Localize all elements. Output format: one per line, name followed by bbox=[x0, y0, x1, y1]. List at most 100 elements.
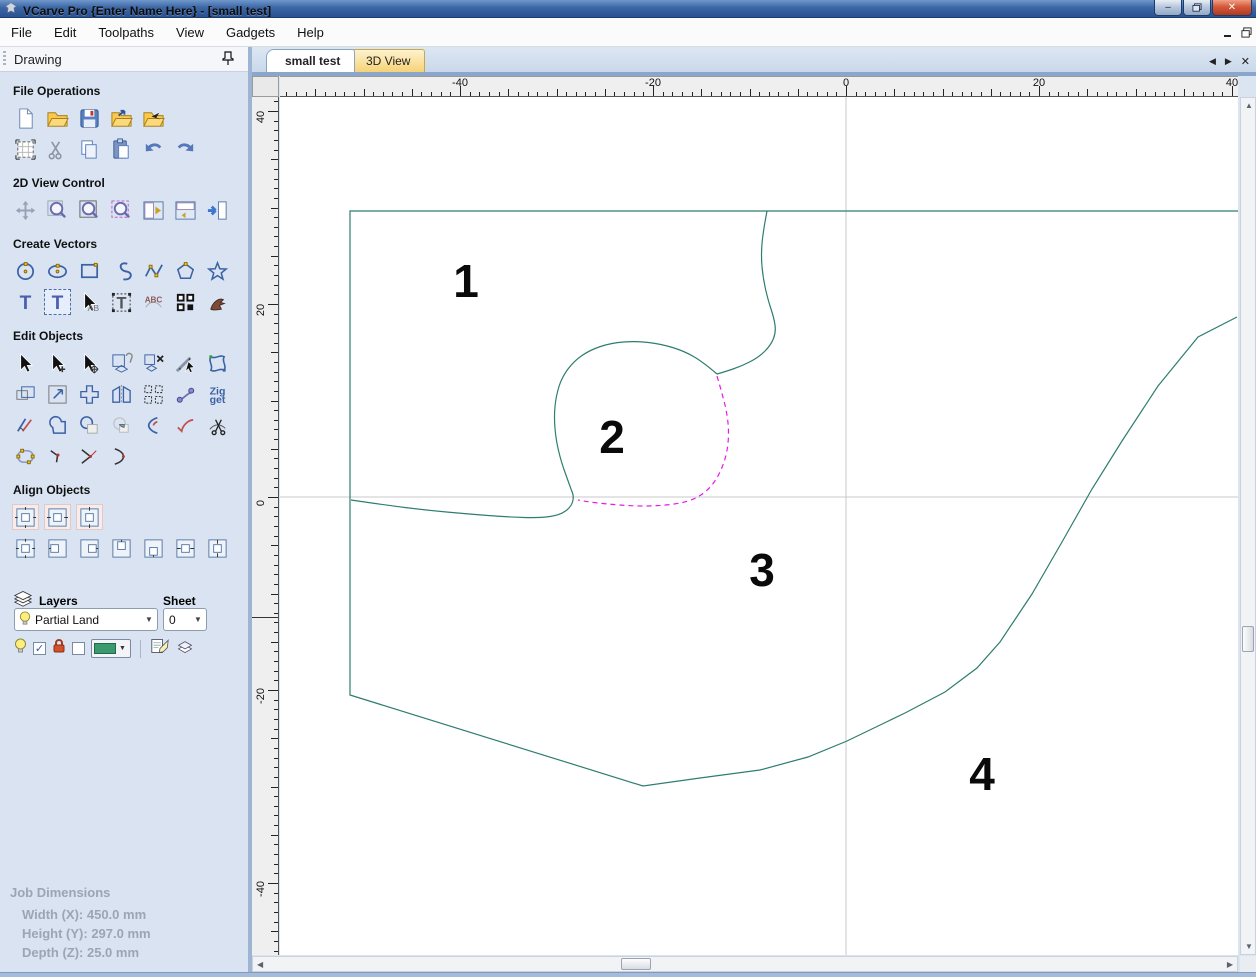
draw-star-button[interactable] bbox=[204, 258, 231, 284]
zoom-drawing-button[interactable] bbox=[76, 197, 103, 223]
tab-close-icon[interactable]: ✕ bbox=[1241, 55, 1250, 68]
select-tool-button[interactable] bbox=[12, 350, 39, 376]
sheet-dropdown[interactable]: 0 ▼ bbox=[163, 608, 207, 631]
region-label-4[interactable]: 4 bbox=[969, 747, 995, 801]
region-label-2[interactable]: 2 bbox=[599, 410, 625, 464]
vector-blob-solid-edge[interactable] bbox=[553, 341, 718, 490]
draw-polyline-button[interactable] bbox=[140, 258, 167, 284]
tab-prev-icon[interactable]: ◀ bbox=[1209, 56, 1216, 67]
nesting-tool-button[interactable]: Zig get bbox=[204, 381, 231, 407]
menu-toolpaths[interactable]: Toolpaths bbox=[87, 18, 165, 46]
cut-vector-button[interactable] bbox=[204, 412, 231, 438]
align-center-sel-button[interactable] bbox=[12, 535, 39, 561]
menu-file[interactable]: File bbox=[0, 18, 43, 46]
undo-button[interactable] bbox=[140, 136, 167, 162]
distort-tool-button[interactable] bbox=[204, 350, 231, 376]
ungroup-objects-button[interactable] bbox=[140, 350, 167, 376]
open-file-button[interactable] bbox=[44, 105, 71, 131]
vector-lower-divider[interactable] bbox=[350, 488, 574, 519]
zoom-box-button[interactable] bbox=[44, 197, 71, 223]
draw-circle-button[interactable] bbox=[12, 258, 39, 284]
layer-lock-checkbox[interactable] bbox=[72, 642, 85, 655]
copy-button[interactable] bbox=[76, 136, 103, 162]
sheet-manager-icon[interactable] bbox=[176, 638, 194, 659]
weld-union-button[interactable] bbox=[44, 412, 71, 438]
import-vectors-button[interactable] bbox=[108, 105, 135, 131]
vector-wavy-divider[interactable] bbox=[716, 210, 776, 375]
zoom-selected-button[interactable] bbox=[108, 197, 135, 223]
menu-gadgets[interactable]: Gadgets bbox=[215, 18, 286, 46]
scroll-left-icon[interactable]: ◀ bbox=[257, 960, 263, 969]
mirror-tool-button[interactable] bbox=[108, 381, 135, 407]
group-objects-button[interactable] bbox=[108, 350, 135, 376]
align-left-button[interactable] bbox=[44, 535, 71, 561]
node-edit-tool-button[interactable] bbox=[44, 350, 71, 376]
weld-intersect-button[interactable] bbox=[108, 412, 135, 438]
scroll-down-icon[interactable]: ▼ bbox=[1245, 942, 1253, 951]
region-label-3[interactable]: 3 bbox=[749, 543, 775, 597]
join-open-line-button[interactable] bbox=[76, 443, 103, 469]
offset-tool-button[interactable] bbox=[12, 381, 39, 407]
align-top-button[interactable] bbox=[108, 535, 135, 561]
align-center-h-button[interactable] bbox=[172, 535, 199, 561]
align-center-v-button[interactable] bbox=[204, 535, 231, 561]
menu-view[interactable]: View bbox=[165, 18, 215, 46]
mdi-restore-icon[interactable] bbox=[1241, 25, 1252, 43]
drawing-canvas[interactable]: 1 2 3 4 bbox=[280, 97, 1238, 955]
center-tool-button[interactable] bbox=[76, 381, 103, 407]
align-center-material-button[interactable] bbox=[12, 504, 39, 530]
tab-small-test[interactable]: small test bbox=[266, 49, 356, 72]
ruler-marker[interactable] bbox=[252, 617, 278, 618]
layer-visibility-icon[interactable] bbox=[14, 638, 27, 659]
draw-polygon-button[interactable] bbox=[172, 258, 199, 284]
cut-button[interactable] bbox=[44, 136, 71, 162]
minimize-button[interactable]: – bbox=[1154, 0, 1182, 16]
close-button[interactable]: ✕ bbox=[1212, 0, 1252, 16]
save-file-button[interactable] bbox=[76, 105, 103, 131]
maximize-button[interactable] bbox=[1183, 0, 1211, 16]
vertical-scrollbar[interactable]: ▲ ▼ bbox=[1240, 97, 1256, 955]
job-setup-button[interactable] bbox=[12, 136, 39, 162]
trace-bitmap-button[interactable] bbox=[204, 289, 231, 315]
text-select-button[interactable]: T bbox=[108, 289, 135, 315]
weld-subtract-button[interactable] bbox=[76, 412, 103, 438]
region-label-1[interactable]: 1 bbox=[453, 254, 479, 308]
scroll-right-icon[interactable]: ▶ bbox=[1227, 960, 1233, 969]
move-tool-button[interactable] bbox=[76, 350, 103, 376]
layer-dropdown[interactable]: Partial Land ▼ bbox=[14, 608, 158, 631]
node-shape-button[interactable] bbox=[12, 443, 39, 469]
horizontal-scroll-thumb[interactable] bbox=[621, 958, 651, 970]
menu-help[interactable]: Help bbox=[286, 18, 335, 46]
trim-tool-button[interactable] bbox=[140, 412, 167, 438]
qr-code-button[interactable] bbox=[172, 289, 199, 315]
switch-view-button[interactable] bbox=[204, 197, 231, 223]
panel-grip[interactable] bbox=[3, 51, 6, 67]
measure-tool-button[interactable] bbox=[172, 350, 199, 376]
menu-edit[interactable]: Edit bbox=[43, 18, 87, 46]
align-center-h-material-button[interactable] bbox=[44, 504, 71, 530]
draw-text-box-button[interactable]: T bbox=[44, 289, 71, 315]
join-open-curve-button[interactable] bbox=[108, 443, 135, 469]
draw-ellipse-button[interactable] bbox=[44, 258, 71, 284]
horizontal-scrollbar[interactable]: ◀ ▶ bbox=[252, 956, 1238, 972]
pin-icon[interactable] bbox=[222, 51, 234, 70]
fillet-tool-button[interactable] bbox=[172, 412, 199, 438]
align-bottom-button[interactable] bbox=[140, 535, 167, 561]
lock-icon[interactable] bbox=[52, 638, 66, 659]
join-vectors-button[interactable] bbox=[172, 381, 199, 407]
vertical-scroll-thumb[interactable] bbox=[1242, 626, 1254, 652]
array-copy-button[interactable] bbox=[140, 381, 167, 407]
draw-curve-button[interactable] bbox=[108, 258, 135, 284]
redo-button[interactable] bbox=[172, 136, 199, 162]
align-right-button[interactable] bbox=[76, 535, 103, 561]
draw-rectangle-button[interactable] bbox=[76, 258, 103, 284]
tab-next-icon[interactable]: ▶ bbox=[1225, 56, 1232, 67]
align-center-v-material-button[interactable] bbox=[76, 504, 103, 530]
layer-color-button[interactable]: ▼ bbox=[91, 639, 131, 658]
tab-3d-view[interactable]: 3D View bbox=[347, 49, 426, 72]
edit-layers-icon[interactable] bbox=[150, 637, 170, 660]
scale-tool-button[interactable] bbox=[44, 381, 71, 407]
scroll-up-icon[interactable]: ▲ bbox=[1245, 101, 1253, 110]
view-toggle-horizontal-button[interactable] bbox=[172, 197, 199, 223]
mdi-minimize-icon[interactable] bbox=[1223, 25, 1233, 43]
